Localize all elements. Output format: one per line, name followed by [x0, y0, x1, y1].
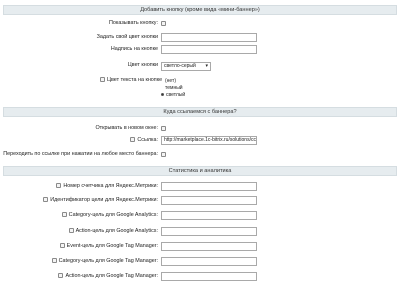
radio-none-label: (нет)	[165, 78, 176, 84]
show-button-label: Показывать кнопку:	[109, 20, 158, 26]
custom-color-input[interactable]	[161, 33, 257, 42]
show-button-checkbox[interactable]	[161, 21, 166, 26]
stat-row-1-checkbox[interactable]	[43, 197, 49, 203]
stat-input-3[interactable]	[161, 227, 257, 236]
stat-input-5[interactable]	[161, 257, 257, 266]
radio-light[interactable]: светлый	[161, 92, 185, 98]
stat-row-3-checkbox[interactable]	[68, 228, 74, 234]
section-header-stats: Статистика и аналитика	[3, 166, 397, 176]
stat-label: Action-цель для Google Tag Manager:	[65, 273, 158, 279]
stat-row-5-label: Category-цель для Google Tag Manager:	[51, 258, 158, 265]
stat-row-4-label: Event-цель для Google Tag Manager:	[59, 243, 158, 250]
stat-label: Event-цель для Google Tag Manager:	[66, 243, 158, 249]
stat-label: Номер счетчика для Яндекс.Метрики:	[63, 183, 158, 189]
stat-input-0[interactable]	[161, 182, 257, 191]
stat-input-1[interactable]	[161, 196, 257, 205]
stat-input-4[interactable]	[161, 242, 257, 251]
text-color-label: Цвет текста на кнопке	[107, 77, 163, 83]
stat-row-4-checkbox[interactable]	[59, 243, 65, 249]
stat-row-2-label: Category-цель для Google Analytics:	[61, 212, 158, 219]
stat-label: Category-цель для Google Tag Manager:	[58, 258, 158, 264]
radio-dark-label: темный	[165, 85, 183, 91]
radio-light-label: светлый	[166, 92, 186, 98]
stat-input-2[interactable]	[161, 211, 257, 220]
stat-label: Идентификатор цели для Яндекс.Метрики:	[50, 197, 158, 203]
url-input[interactable]: http://marketplace.1c-bitrix.ru/solution…	[161, 136, 257, 145]
stat-row-6-label: Action-цель для Google Tag Manager:	[58, 273, 158, 280]
radio-dark[interactable]: темный	[165, 85, 183, 91]
stat-row-0-label: Номер счетчика для Яндекс.Метрики:	[56, 183, 158, 190]
whole-banner-checkbox[interactable]	[161, 152, 166, 157]
url-label-row: Ссылка:	[130, 137, 158, 144]
section-header-link: Куда ссылаемся с баннера?	[3, 107, 397, 117]
caption-input[interactable]	[161, 45, 257, 54]
radio-selected-dot	[161, 93, 164, 97]
radio-none[interactable]: (нет)	[165, 78, 176, 84]
stat-row-0-checkbox[interactable]	[56, 183, 62, 189]
whole-banner-label: Переходить по ссылке при нажатии на любо…	[3, 151, 158, 157]
section-header-add-button: Добавить кнопку (кроме вида «мини-баннер…	[3, 5, 397, 15]
caption-label: Надпись на кнопке	[110, 46, 158, 52]
stat-row-2-checkbox[interactable]	[61, 212, 67, 218]
stat-row-5-checkbox[interactable]	[51, 258, 57, 264]
stat-label: Action-цель для Google Analytics:	[75, 228, 158, 234]
button-color-label: Цвет кнопки	[127, 62, 158, 68]
url-label: Ссылка:	[137, 137, 158, 143]
new-window-checkbox[interactable]	[161, 126, 166, 131]
url-lock-checkbox[interactable]	[130, 137, 136, 143]
chevron-down-icon: ▾	[205, 63, 208, 69]
stat-row-6-checkbox[interactable]	[58, 273, 64, 279]
text-color-label-row: Цвет текста на кнопке	[100, 77, 162, 84]
stat-row-1-label: Идентификатор цели для Яндекс.Метрики:	[43, 197, 158, 204]
text-color-checkbox[interactable]	[100, 77, 105, 83]
new-window-label: Открывать в новом окне:	[95, 125, 158, 131]
button-color-value: светло-серый	[164, 63, 196, 69]
stat-row-3-label: Action-цель для Google Analytics:	[68, 228, 158, 235]
button-color-select[interactable]: светло-серый ▾	[161, 62, 211, 71]
stat-input-6[interactable]	[161, 272, 257, 281]
custom-color-label: Задать свой цвет кнопки	[96, 34, 158, 40]
stat-label: Category-цель для Google Analytics:	[68, 212, 158, 218]
